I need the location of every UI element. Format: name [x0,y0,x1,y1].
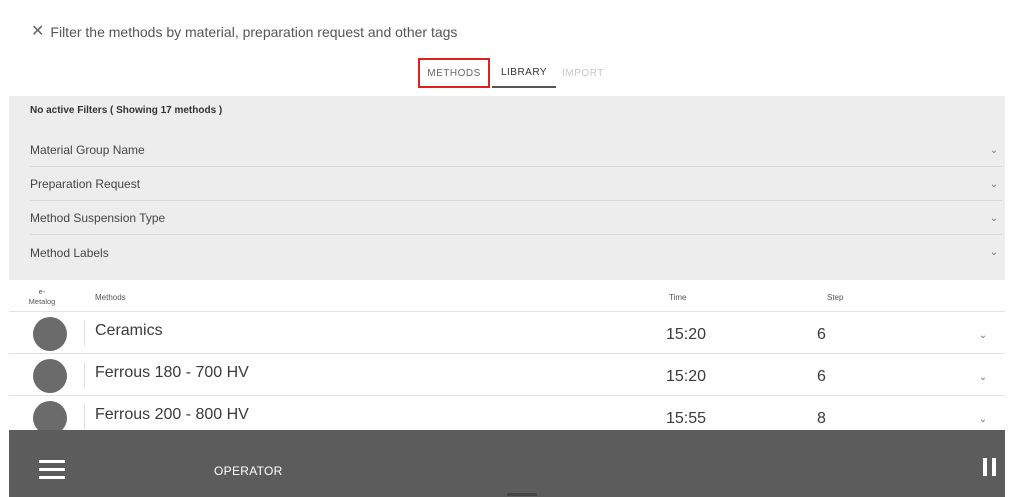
method-name: Ferrous 200 - 800 HV [95,406,249,423]
bottom-bar: OPERATOR [9,430,1005,497]
chevron-down-icon[interactable]: ⌄ [986,179,1002,190]
drag-handle[interactable] [507,493,537,496]
tab-import[interactable]: IMPORT [558,58,608,88]
table-header: e- Metalog Methods Time Step [9,283,1005,312]
column-emetalog-line1: e- [38,287,46,296]
column-time: Time [669,293,687,302]
row-divider [84,320,85,346]
filter-header-text: Filter the methods by material, preparat… [50,24,458,40]
filter-header: ✕ Filter the methods by material, prepar… [31,24,458,41]
menu-icon[interactable] [39,460,65,480]
filter-panel: No active Filters ( Showing 17 methods )… [9,96,1005,280]
filter-label: Preparation Request [30,177,141,191]
tab-bar: METHODS LIBRARY IMPORT [0,58,1014,90]
filter-method-labels[interactable]: Method Labels ⌄ [30,236,1002,269]
table-row[interactable]: Ceramics 15:20 6 ⌄ [9,312,1005,354]
chevron-down-icon[interactable]: ⌄ [975,372,991,383]
method-time: 15:20 [666,326,707,343]
column-emetalog-line2: Metalog [28,297,56,306]
filter-material-group[interactable]: Material Group Name ⌄ [30,134,1002,167]
role-label: OPERATOR [214,464,283,478]
column-step: Step [827,293,844,302]
chevron-down-icon[interactable]: ⌄ [986,213,1002,224]
column-emetalog: e- Metalog [22,287,62,307]
chevron-down-icon[interactable]: ⌄ [986,247,1002,258]
filter-label: Method Suspension Type [30,211,166,225]
filter-label: Material Group Name [30,143,145,157]
filter-status: No active Filters ( Showing 17 methods ) [30,105,223,116]
tab-library[interactable]: LIBRARY [492,58,556,88]
method-time: 15:20 [666,368,707,385]
tab-methods[interactable]: METHODS [418,58,490,88]
pause-icon[interactable] [983,458,997,476]
filter-label: Method Labels [30,245,109,260]
method-step: 6 [817,368,826,385]
chevron-down-icon[interactable]: ⌄ [975,414,991,425]
close-icon[interactable]: ✕ [31,24,44,40]
chevron-down-icon[interactable]: ⌄ [986,145,1002,156]
method-name: Ceramics [95,322,163,339]
method-name: Ferrous 180 - 700 HV [95,364,249,381]
method-step: 8 [817,410,826,427]
method-time: 15:55 [666,410,707,427]
row-divider [84,404,85,430]
avatar [33,359,67,393]
chevron-down-icon[interactable]: ⌄ [975,330,991,341]
table-row[interactable]: Ferrous 180 - 700 HV 15:20 6 ⌄ [9,354,1005,396]
filter-preparation-request[interactable]: Preparation Request ⌄ [30,168,1002,201]
method-step: 6 [817,326,826,343]
filter-suspension-type[interactable]: Method Suspension Type ⌄ [30,202,1002,235]
column-methods: Methods [95,293,126,302]
row-divider [84,362,85,388]
avatar [33,317,67,351]
